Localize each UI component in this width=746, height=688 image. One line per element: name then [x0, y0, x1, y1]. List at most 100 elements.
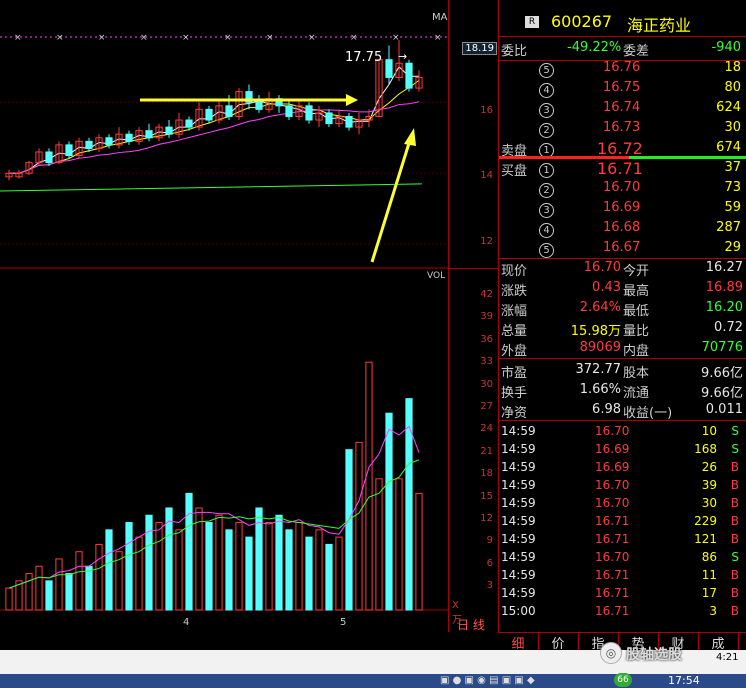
volume-bar — [285, 529, 293, 611]
volume-bar — [155, 522, 163, 611]
divider-4 — [499, 420, 746, 421]
sell-row: 3 16.74 624 — [499, 100, 746, 120]
volume-bar — [345, 449, 353, 611]
buy-volume: 287 — [716, 220, 741, 235]
sell-level-icon: 3 — [539, 103, 554, 118]
sell-row: 4 16.75 80 — [499, 80, 746, 100]
volume-bar — [355, 441, 363, 611]
stat-value: 6.98 — [592, 402, 621, 417]
stat-value: 16.70 — [583, 260, 621, 275]
divider-3 — [499, 358, 746, 359]
tick-volume: 10 — [701, 424, 717, 438]
volume-bar — [225, 529, 233, 611]
stat-label-2: 今开 — [623, 264, 650, 279]
kline-chart[interactable]: × × × × × × × × × × × → MA 17.75 VOL X万 4 5 — [0, 0, 462, 632]
stock-header: R 600267 海正药业 — [499, 10, 746, 37]
ma-marker: × — [182, 33, 190, 43]
stat-label-2: 股本 — [623, 366, 650, 381]
stat-label: 净资 — [501, 406, 528, 421]
quote-panel: R 600267 海正药业 委比 -49.22% 委差 -940 5 16.76 1… — [498, 0, 746, 632]
tick-time: 14:59 — [501, 586, 536, 600]
candle-body — [305, 105, 313, 121]
tab-volume[interactable]: 成 — [698, 633, 739, 652]
volume-bar — [25, 573, 33, 611]
tick-time: 14:59 — [501, 550, 536, 564]
wechat-icon: ◎ — [600, 642, 622, 664]
buy-level-icon: 1 — [539, 163, 554, 178]
stat-row: 总量 15.98万 量比 0.72 — [499, 320, 746, 340]
volume-bar — [275, 514, 283, 611]
divider-2 — [499, 258, 746, 259]
tray-badge-icon[interactable]: 66 — [614, 673, 632, 687]
stat-row: 现价 16.70 今开 16.27 — [499, 260, 746, 280]
buy-row: 3 16.69 59 — [499, 200, 746, 220]
ma-marker: × — [56, 33, 64, 43]
candle-body — [145, 130, 153, 139]
axis-volume-tick: 15 — [480, 490, 493, 502]
volume-bar — [315, 529, 323, 611]
sell-volume: 18 — [724, 60, 741, 75]
tick-volume: 30 — [701, 496, 717, 510]
axis-volume-tick: 3 — [486, 580, 493, 592]
sell-volume: 80 — [724, 80, 741, 95]
tick-price: 16.69 — [595, 442, 630, 456]
moving-average-line-3 — [9, 101, 420, 174]
tick-price: 16.70 — [595, 550, 630, 564]
tick-time: 14:59 — [501, 478, 536, 492]
price-high-label: 17.75 — [345, 50, 383, 65]
tick-volume: 168 — [694, 442, 717, 456]
tick-time: 14:59 — [501, 460, 536, 474]
stat-value-2: 16.89 — [705, 280, 743, 295]
buy-price: 16.69 — [603, 200, 641, 215]
sell-row: 2 16.73 30 — [499, 120, 746, 140]
stat-label: 涨幅 — [501, 304, 528, 319]
axis-volume-tick: 21 — [480, 445, 493, 457]
volume-bar — [415, 492, 423, 611]
ma-marker: × — [392, 33, 400, 43]
volume-bar — [145, 514, 153, 611]
stat-label-2: 流通 — [623, 386, 650, 401]
ma-marker: × — [140, 33, 148, 43]
candle-body — [85, 140, 93, 149]
stat-label: 现价 — [501, 264, 528, 279]
volume-bar — [375, 478, 383, 611]
stat-value: 372.77 — [575, 362, 622, 377]
axis-volume-tick: 12 — [480, 513, 493, 524]
sell-volume: 624 — [716, 100, 741, 115]
sell-level-icon: 4 — [539, 83, 554, 98]
volume-bar — [45, 580, 53, 611]
tick-row: 14:59 16.71 17 B — [499, 586, 746, 606]
sell-level-icon: 5 — [539, 63, 554, 78]
tab-price[interactable]: 价 — [538, 633, 579, 652]
volume-bar — [105, 529, 113, 611]
stock-badge: R — [525, 16, 539, 28]
tick-row: 14:59 16.69 26 B — [499, 460, 746, 480]
stat-row: 涨跌 0.43 最高 16.89 — [499, 280, 746, 300]
stat-value: 2.64% — [579, 300, 621, 315]
volume-bar — [55, 558, 63, 611]
stock-name: 海正药业 — [627, 16, 692, 35]
upward-arrow-shaft — [370, 139, 412, 263]
buy-price: 16.71 — [597, 159, 643, 178]
tick-time: 15:00 — [501, 604, 536, 618]
weicha-value: -940 — [711, 40, 741, 55]
stat-label-2: 收益(一) — [623, 406, 673, 421]
axis-price-12: 12 — [480, 236, 493, 247]
ma-marker: × — [98, 33, 106, 43]
candle-body — [225, 105, 233, 117]
ma-label: MA — [432, 12, 448, 23]
sell-buy-green-line — [629, 156, 746, 159]
sell-volume: 30 — [724, 120, 741, 135]
volume-bar — [215, 514, 223, 611]
date-label-5: 5 — [340, 617, 347, 628]
tick-row: 14:59 16.69 168 S — [499, 442, 746, 462]
tab-detail[interactable]: 细 — [498, 633, 539, 652]
tick-time: 14:59 — [501, 532, 536, 546]
upward-arrow-head — [404, 128, 416, 146]
stat-row: 净资 6.98 收益(一) 0.011 — [499, 402, 746, 422]
ma-marker: × — [350, 33, 358, 43]
vol-label: VOL — [427, 271, 446, 281]
tick-volume: 11 — [701, 568, 717, 582]
stat-value-2: 0.011 — [705, 402, 743, 417]
axis-volume-tick: 24 — [480, 423, 493, 435]
